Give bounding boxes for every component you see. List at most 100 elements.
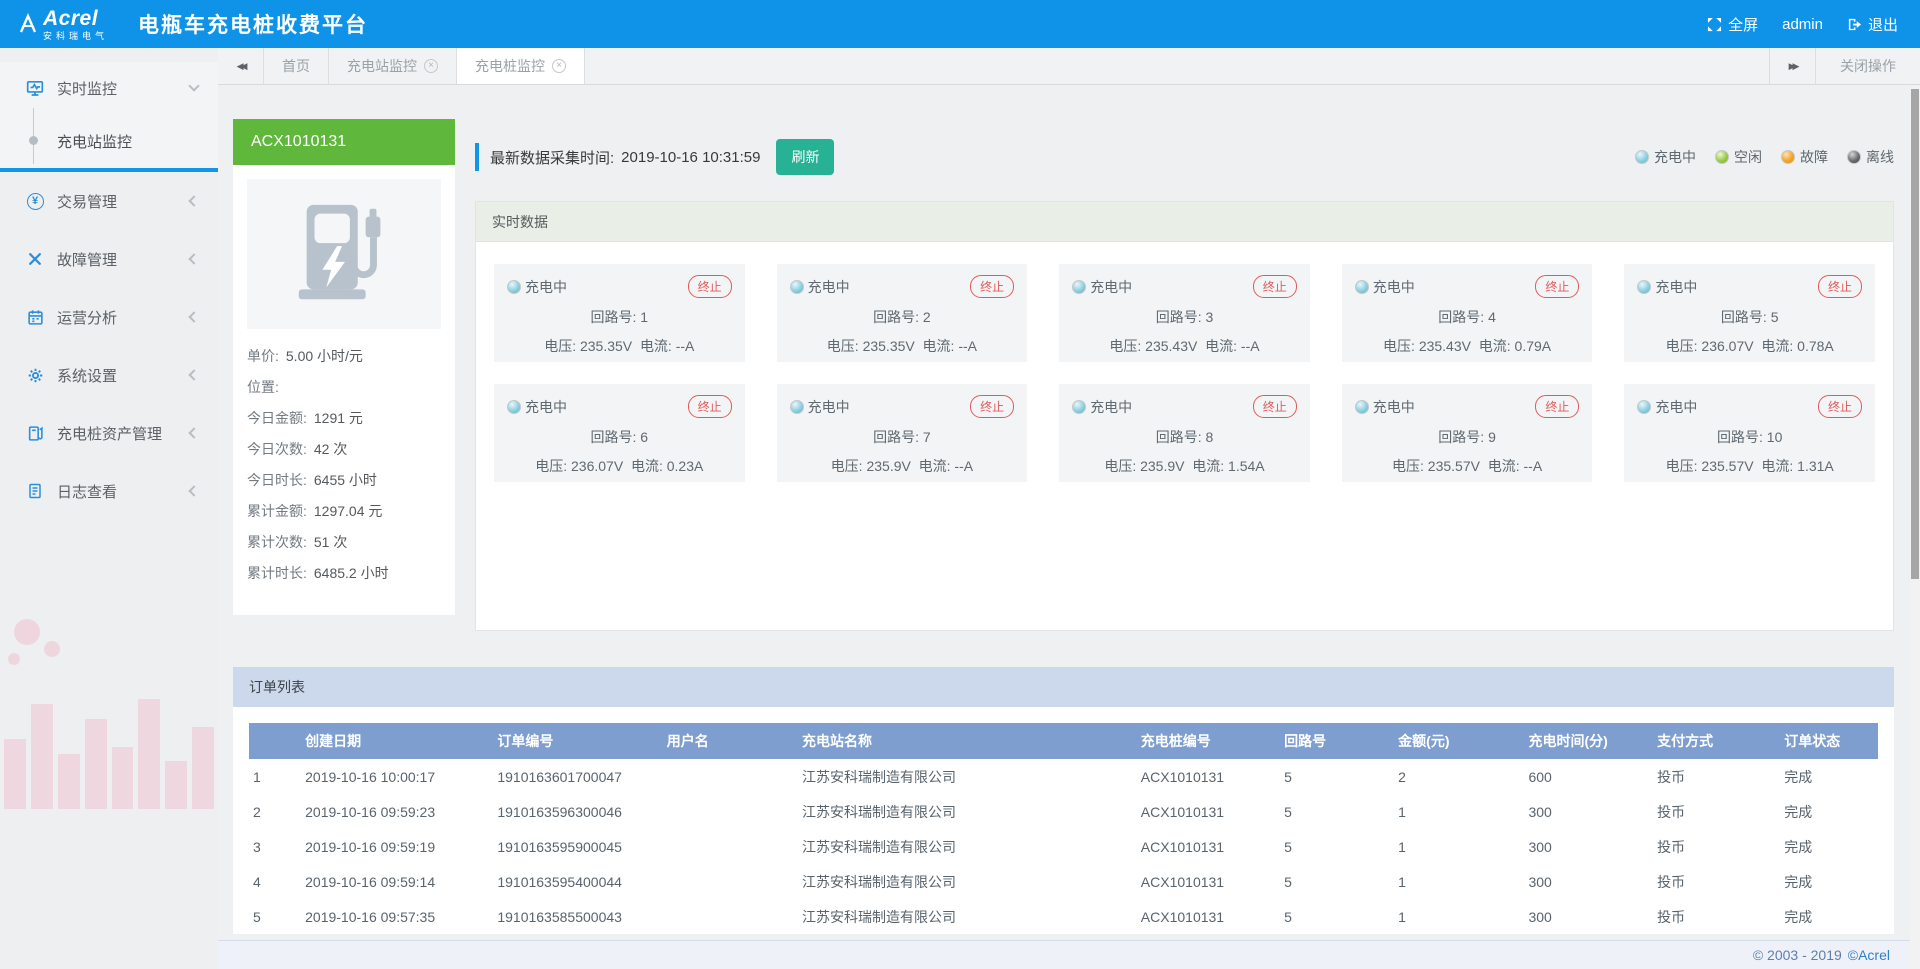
stat-label: 累计金额:	[247, 503, 307, 519]
circuit-card: 充电中 终止 回路号: 8 电压: 235.9V 电流: 1.54A	[1059, 384, 1310, 482]
legend-offline: 离线	[1847, 147, 1894, 167]
cell-create-date: 2019-10-16 09:57:35	[301, 899, 493, 934]
scrollbar-thumb[interactable]	[1911, 89, 1919, 579]
header-actions: 全屏 admin 退出	[1707, 14, 1898, 35]
charging-pile-image-box	[247, 179, 441, 329]
cell-charge-minutes: 300	[1524, 899, 1653, 934]
sidebar-item-realtime-monitor[interactable]: 实时监控	[0, 62, 218, 114]
vertical-scrollbar[interactable]	[1910, 86, 1920, 969]
sidebar-item-log-viewer[interactable]: 日志查看	[0, 462, 218, 520]
circuit-number-line: 回路号: 4	[1355, 307, 1580, 327]
tab-station-monitor[interactable]: 充电站监控 ×	[329, 48, 457, 84]
device-stat-row: 今日次数: 42 次	[247, 434, 441, 465]
circuit-card: 充电中 终止 回路号: 4 电压: 235.43V 电流: 0.79A	[1342, 264, 1593, 362]
cell-order-no: 1910163585500043	[493, 899, 662, 934]
legend-idle: 空闲	[1715, 147, 1762, 167]
charging-status-dot	[1355, 280, 1369, 294]
cell-pile-no: ACX1010131	[1137, 794, 1280, 829]
charging-status-dot	[790, 280, 804, 294]
realtime-data-panel: 实时数据 充电中 终止 回路号: 1 电压: 235.35V 电流: --A 充…	[475, 201, 1894, 631]
terminate-button[interactable]: 终止	[970, 275, 1014, 298]
cell-pay-method: 投币	[1653, 794, 1780, 829]
cell-station-name: 江苏安科瑞制造有限公司	[798, 864, 1137, 899]
circuit-card-top: 充电中 终止	[1355, 395, 1580, 418]
circuit-card-top: 充电中 终止	[1355, 275, 1580, 298]
brand-logo: Acrel 安科瑞电气	[18, 8, 108, 41]
cell-station-name: 江苏安科瑞制造有限公司	[798, 794, 1137, 829]
stat-value: 5.00 小时/元	[286, 348, 363, 364]
stat-label: 单价:	[247, 348, 279, 364]
terminate-button[interactable]: 终止	[1535, 275, 1579, 298]
sidebar-item-system-settings[interactable]: 系统设置	[0, 346, 218, 404]
terminate-button[interactable]: 终止	[1535, 395, 1579, 418]
cell-charge-minutes: 300	[1524, 864, 1653, 899]
circuit-number-line: 回路号: 6	[507, 427, 732, 447]
fullscreen-button[interactable]: 全屏	[1707, 14, 1758, 35]
cell-amount: 1	[1394, 794, 1524, 829]
charging-status-dot	[1635, 150, 1649, 164]
logout-button[interactable]: 退出	[1847, 14, 1898, 35]
cell-circuit-no: 5	[1280, 759, 1394, 794]
chevron-left-icon	[188, 369, 199, 380]
cell-order-status: 完成	[1780, 864, 1878, 899]
circuit-number-line: 回路号: 9	[1355, 427, 1580, 447]
sidebar-item-operation-analysis[interactable]: 运营分析	[0, 288, 218, 346]
cell-order-status: 完成	[1780, 899, 1878, 934]
sidebar-decoration	[0, 619, 218, 809]
legend-charging: 充电中	[1635, 147, 1696, 167]
close-icon[interactable]: ×	[552, 59, 566, 73]
circuit-card-top: 充电中 终止	[790, 275, 1015, 298]
terminate-button[interactable]: 终止	[1818, 275, 1862, 298]
terminate-button[interactable]: 终止	[1253, 395, 1297, 418]
cell-pay-method: 投币	[1653, 899, 1780, 934]
circuit-metrics-line: 电压: 235.35V 电流: --A	[507, 336, 732, 356]
acrel-link[interactable]: ©Acrel	[1848, 947, 1890, 963]
tab-pile-monitor[interactable]: 充电桩监控 ×	[457, 48, 585, 84]
stat-value: 42 次	[314, 441, 347, 457]
sidebar-item-station-monitor[interactable]: 充电站监控	[0, 114, 218, 168]
cell-amount: 1	[1394, 899, 1524, 934]
terminate-button[interactable]: 终止	[970, 395, 1014, 418]
stat-label: 今日次数:	[247, 441, 307, 457]
sidebar: 实时监控 充电站监控 ¥ 交易管理 故障管理	[0, 48, 218, 969]
tabs-scroll-left-button[interactable]: ◀◀	[218, 48, 264, 84]
device-card: ACX1010131	[233, 119, 455, 631]
stat-label: 今日时长:	[247, 472, 307, 488]
tabs-scroll-right-button[interactable]: ▶▶	[1769, 48, 1815, 84]
terminate-button[interactable]: 终止	[1818, 395, 1862, 418]
content-area: ACX1010131	[218, 85, 1920, 940]
circuit-number-line: 回路号: 10	[1637, 427, 1862, 447]
terminate-button[interactable]: 终止	[1253, 275, 1297, 298]
tab-home[interactable]: 首页	[264, 48, 329, 84]
device-stat-row: 累计次数:51 次	[247, 527, 441, 558]
cell-pay-method: 投币	[1653, 829, 1780, 864]
top-header: Acrel 安科瑞电气 电瓶车充电桩收费平台 全屏 admin 退出	[0, 0, 1920, 48]
charging-status-dot	[1072, 400, 1086, 414]
terminate-button[interactable]: 终止	[688, 395, 732, 418]
close-icon[interactable]: ×	[424, 59, 438, 73]
device-stats-list: 单价:5.00 小时/元 位置: 今日金额:1291 元 今日次数:42 次 今…	[247, 341, 441, 589]
cell-create-date: 2019-10-16 09:59:19	[301, 829, 493, 864]
terminate-button[interactable]: 终止	[688, 275, 732, 298]
cell-pile-no: ACX1010131	[1137, 899, 1280, 934]
tools-icon	[26, 250, 44, 268]
stat-value: 1297.04 元	[314, 503, 383, 519]
cell-amount: 2	[1394, 759, 1524, 794]
cell-charge-minutes: 300	[1524, 829, 1653, 864]
sidebar-item-fault-management[interactable]: 故障管理	[0, 230, 218, 288]
logout-icon	[1847, 17, 1862, 32]
circuit-status: 充电中	[1373, 397, 1415, 417]
brand-name: Acrel	[43, 8, 108, 29]
log-document-icon	[26, 482, 44, 500]
stat-value: 6485.2 小时	[314, 565, 389, 581]
column-charge-minutes: 充电时间(分)	[1524, 723, 1653, 759]
close-operations-menu[interactable]: 关闭操作	[1815, 48, 1920, 84]
refresh-button[interactable]: 刷新	[776, 139, 834, 175]
column-order-status: 订单状态	[1780, 723, 1878, 759]
username-menu[interactable]: admin	[1782, 16, 1823, 33]
chevron-left-icon	[188, 253, 199, 264]
fullscreen-icon	[1707, 17, 1722, 32]
main-column: ◀◀ 首页 充电站监控 × 充电桩监控 × ▶▶ 关闭操作	[218, 48, 1920, 969]
sidebar-item-trade-management[interactable]: ¥ 交易管理	[0, 172, 218, 230]
sidebar-item-pile-assets[interactable]: 充电桩资产管理	[0, 404, 218, 462]
